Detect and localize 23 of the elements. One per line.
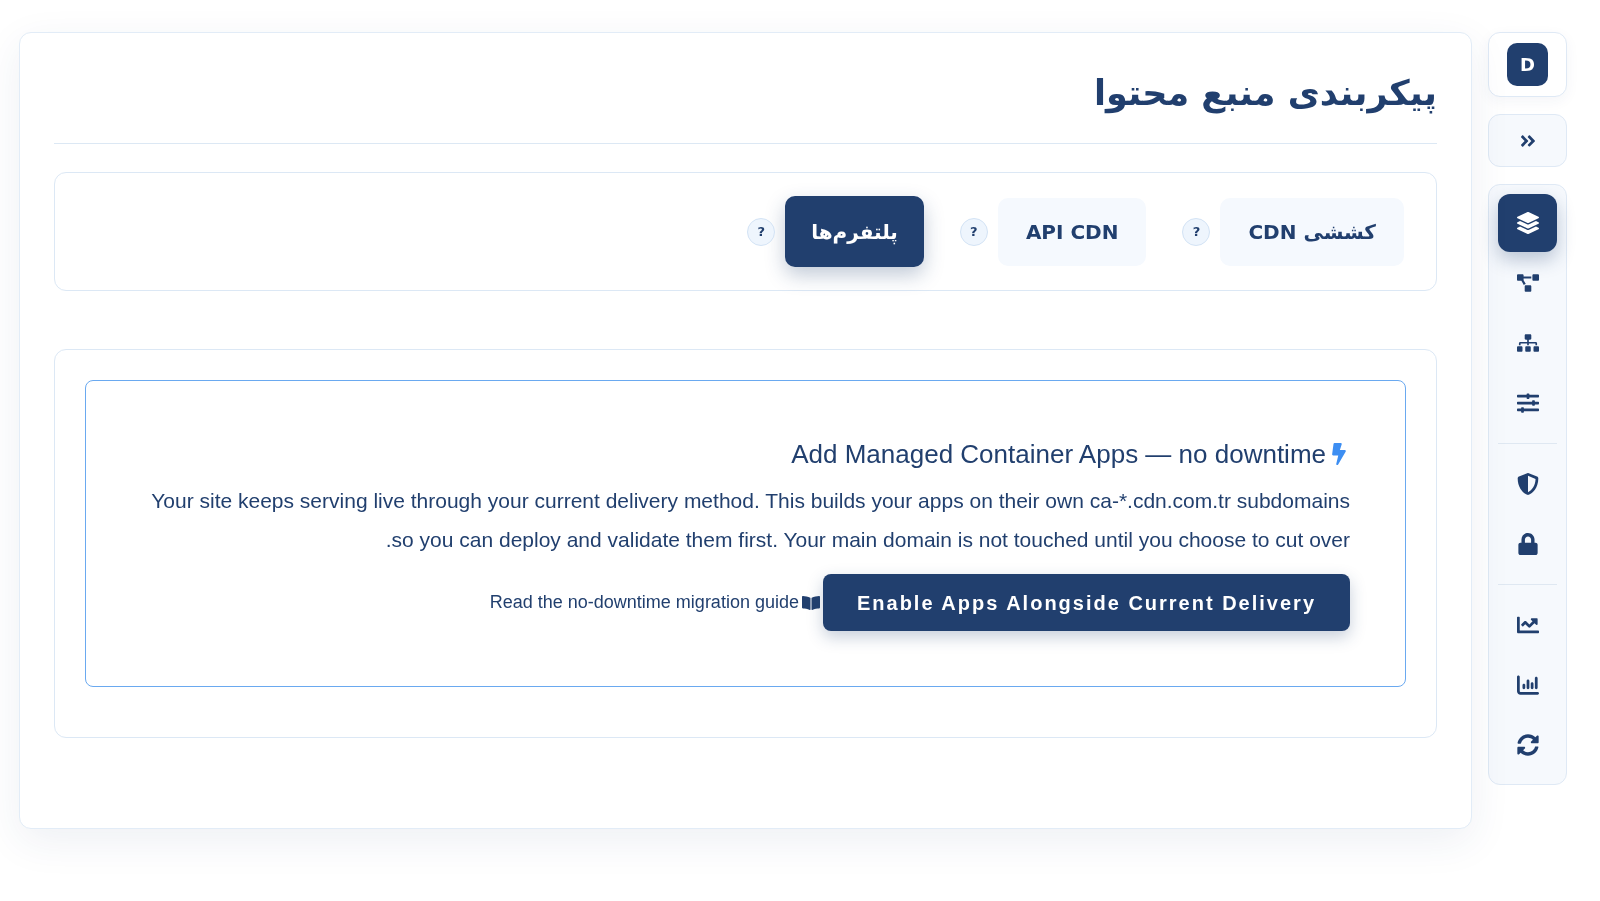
sitemap-icon xyxy=(1516,332,1539,354)
sliders-icon xyxy=(1516,392,1539,414)
nav-button[interactable] xyxy=(1498,194,1557,252)
tab[interactable]: پلتفرم‌ها xyxy=(785,196,924,267)
help-button[interactable]: ? xyxy=(747,217,776,246)
shield-icon xyxy=(1516,473,1539,495)
diagram-icon xyxy=(1516,272,1539,294)
line-chart-icon xyxy=(1516,614,1539,636)
book-icon xyxy=(801,593,820,612)
user-avatar[interactable]: D xyxy=(1507,43,1548,86)
bar-chart-icon xyxy=(1516,674,1539,696)
help-button[interactable]: ? xyxy=(959,217,988,246)
layers-icon xyxy=(1516,212,1539,234)
callout-heading: Add Managed Container Apps — no downtime xyxy=(791,438,1326,471)
tab[interactable]: کششی CDN xyxy=(1220,197,1404,266)
callout-description: Your site keeps serving live through your current delivery method. This builds your apps on their own ca-*.cdn.com.tr subdomains so you can deploy and validate them first. Your main domain is not touched until you choose to cut over. xyxy=(150,488,1350,553)
help-button[interactable]: ? xyxy=(1182,217,1211,246)
refresh-icon xyxy=(1516,734,1539,756)
tab[interactable]: API CDN xyxy=(997,197,1147,266)
page-title: پیکربندی منبع محتوا xyxy=(1093,72,1437,116)
guide-link[interactable]: Read the no-downtime migration guide xyxy=(489,589,820,616)
lock-icon xyxy=(1516,533,1539,555)
enable-apps-button[interactable]: Enable Apps Alongside Current Delivery xyxy=(822,574,1350,631)
